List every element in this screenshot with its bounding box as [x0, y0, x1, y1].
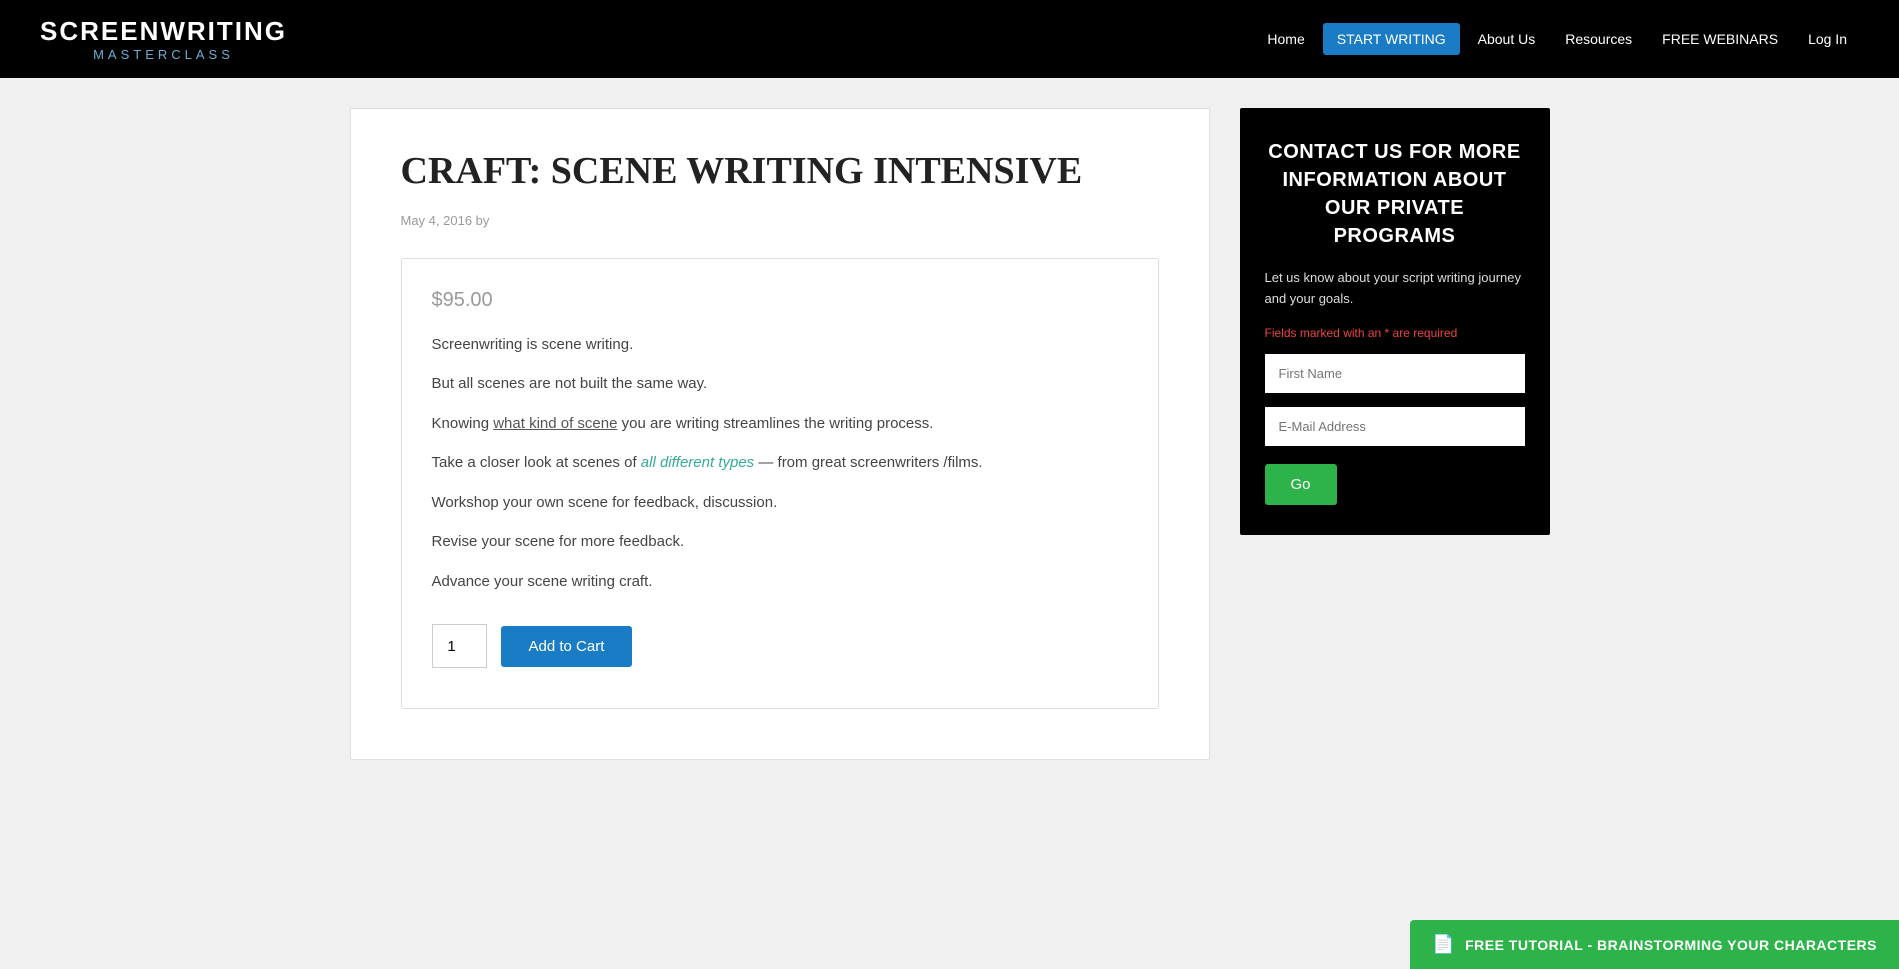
first-name-field[interactable]	[1265, 354, 1525, 393]
product-desc-6: Revise your scene for more feedback.	[432, 529, 1128, 555]
product-desc-3-link[interactable]: what kind of scene	[493, 415, 617, 432]
nav-free-webinars[interactable]: FREE WEBINARS	[1650, 25, 1790, 53]
product-desc-3: Knowing what kind of scene you are writi…	[432, 411, 1128, 437]
site-header: SCREENWRITING MASTERCLASS Home START WRI…	[0, 0, 1899, 78]
add-to-cart-button[interactable]: Add to Cart	[501, 626, 633, 667]
nav-home[interactable]: Home	[1255, 25, 1316, 53]
contact-widget: CONTACT US FOR MORE INFORMATION ABOUT OU…	[1240, 108, 1550, 535]
contact-widget-desc: Let us know about your script writing jo…	[1265, 268, 1525, 310]
product-desc-3-after: you are writing streamlines the writing …	[617, 415, 933, 432]
product-desc-7: Advance your scene writing craft.	[432, 569, 1128, 595]
product-desc-4: Take a closer look at scenes of all diff…	[432, 450, 1128, 476]
product-box: $95.00 Screenwriting is scene writing. B…	[401, 258, 1159, 710]
product-desc-2: But all scenes are not built the same wa…	[432, 371, 1128, 397]
main-nav: Home START WRITING About Us Resources FR…	[1255, 23, 1859, 55]
go-button[interactable]: Go	[1265, 464, 1337, 505]
product-desc-5: Workshop your own scene for feedback, di…	[432, 490, 1128, 516]
main-content: CRAFT: SCENE WRITING INTENSIVE May 4, 20…	[330, 78, 1570, 790]
required-prefix: Fields marked with an	[1265, 326, 1385, 340]
nav-about-us[interactable]: About Us	[1466, 25, 1548, 53]
product-desc-3-before: Knowing	[432, 415, 494, 432]
add-to-cart-row: Add to Cart	[432, 624, 1128, 668]
contact-widget-title: CONTACT US FOR MORE INFORMATION ABOUT OU…	[1265, 138, 1525, 250]
product-desc-1: Screenwriting is scene writing.	[432, 332, 1128, 358]
contact-widget-required: Fields marked with an * are required	[1265, 326, 1525, 340]
required-suffix: are required	[1389, 326, 1457, 340]
logo-sub-text: MASTERCLASS	[93, 47, 234, 62]
nav-resources[interactable]: Resources	[1553, 25, 1644, 53]
page-title: CRAFT: SCENE WRITING INTENSIVE	[401, 149, 1159, 195]
nav-start-writing[interactable]: START WRITING	[1323, 23, 1460, 55]
product-desc-4-after: — from great screenwriters /films.	[754, 454, 982, 471]
article-meta: May 4, 2016 by	[401, 213, 1159, 228]
logo[interactable]: SCREENWRITING MASTERCLASS	[40, 16, 287, 62]
free-tutorial-label: FREE TUTORIAL - BRAINSTORMING YOUR CHARA…	[1465, 937, 1877, 953]
free-tutorial-bar[interactable]: 📄 FREE TUTORIAL - BRAINSTORMING YOUR CHA…	[1410, 920, 1899, 969]
email-field[interactable]	[1265, 407, 1525, 446]
product-price: $95.00	[432, 289, 1128, 312]
sidebar: CONTACT US FOR MORE INFORMATION ABOUT OU…	[1240, 108, 1550, 760]
product-desc-4-before: Take a closer look at scenes of	[432, 454, 641, 471]
article-card: CRAFT: SCENE WRITING INTENSIVE May 4, 20…	[350, 108, 1210, 760]
quantity-stepper[interactable]	[432, 624, 487, 668]
product-desc-4-highlight: all different types	[641, 454, 754, 471]
doc-icon: 📄	[1432, 934, 1455, 955]
logo-main-text: SCREENWRITING	[40, 16, 287, 47]
nav-login[interactable]: Log In	[1796, 25, 1859, 53]
